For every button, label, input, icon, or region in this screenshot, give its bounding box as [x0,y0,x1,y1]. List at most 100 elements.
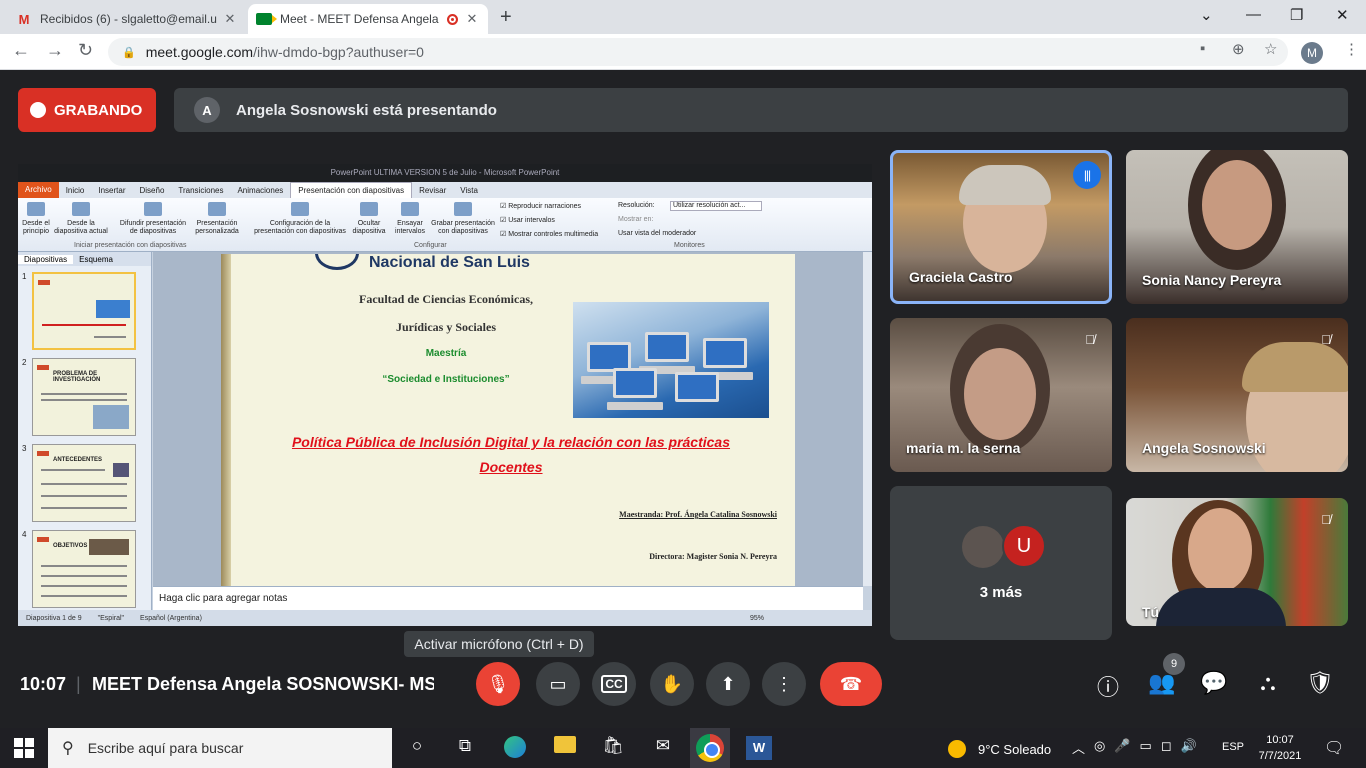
menu-inicio: Inicio [65,185,85,195]
back-arrow-icon[interactable]: ← [12,40,30,61]
url-path: /ihw-dmdo-bgp?authuser=0 [253,44,424,60]
weather-widget[interactable]: 9°C Soleado [948,740,1051,758]
recording-badge[interactable]: GRABANDO [18,88,156,132]
activities-icon[interactable]: ⛬ [1254,670,1282,696]
notifications-icon[interactable]: 🗨 [1324,738,1344,758]
menu-transiciones: Transiciones [178,185,224,195]
leave-call-button[interactable]: ☎ [820,662,882,706]
close-icon[interactable]: ✕ [222,11,238,27]
ribbon-configuracion: Configuración de la presentación con dia… [250,202,350,236]
ribbon-ocultar: Ocultar diapositiva [350,202,388,236]
notes-pane: Haga clic para agregar notas [153,586,863,610]
slide-thumbnail: PROBLEMA DE INVESTIGACIÓN [32,358,136,436]
search-placeholder: Escribe aquí para buscar [87,740,244,756]
ribbon-desde-actual: Desde la diapositiva actual [54,202,108,236]
tab-meet[interactable]: Meet - MEET Defensa Angela ✕ [248,4,488,34]
close-window-button[interactable]: ✕ [1336,6,1349,24]
tab-gmail[interactable]: M Recibidos (6) - slgaletto@email.u ✕ [8,4,246,34]
minimize-button[interactable]: — [1246,6,1261,23]
closed-captions-icon: CC [601,675,627,693]
meeting-info-icon[interactable]: ⓘ [1094,670,1122,702]
raise-hand-button[interactable]: ✋ [650,662,694,706]
more-options-button[interactable]: ⋮ [762,662,806,706]
participant-tile-maria[interactable]: 🎙̸ maria m. la serna [890,318,1112,472]
cortana-icon[interactable]: ○ [404,736,430,760]
tab-search-icon[interactable]: ⌄ [1200,6,1213,24]
windows-start-icon[interactable] [14,738,34,758]
menu-animaciones: Animaciones [237,185,284,195]
people-count-badge: 9 [1163,653,1185,675]
host-controls-icon[interactable]: 🛡 [1306,670,1334,696]
search-icon: ⚲ [62,740,74,757]
slide-faculty-1: Facultad de Ciencias Económicas, [359,292,533,306]
new-tab-button[interactable]: + [500,6,512,29]
gmail-icon: M [18,11,30,27]
windows-taskbar: ⚲ Escribe aquí para buscar ○ ⧉ 🛍 ✉ W 9°C… [0,728,1366,768]
ribbon-grabar: Grabar presentación con diapositivas [428,202,498,236]
menu-archivo: Archivo [18,182,59,198]
file-explorer-icon[interactable] [552,736,578,760]
microphone-button[interactable]: 🎙 [476,662,520,706]
word-icon[interactable]: W [746,736,772,760]
ribbon-check-narraciones: Reproducir narraciones [500,202,581,210]
chevron-up-icon[interactable]: ︿ [1072,738,1085,757]
slide-program-name: “Sociedad e Instituciones” [382,374,510,385]
self-view-tile[interactable]: 🎙̸ Tú [1126,498,1348,626]
menu-icon[interactable]: ⋮ [1344,40,1359,58]
webcam-icon[interactable]: ◎ [1094,738,1105,757]
more-participants-tile[interactable]: U 3 más [890,486,1112,640]
lock-icon: 🔒 [122,46,136,59]
zoom-icon[interactable]: ⊕ [1232,40,1245,58]
chat-icon[interactable]: 💬 [1200,670,1228,696]
chrome-icon[interactable] [696,734,724,762]
powerpoint-ribbon: Desde el principio Desde la diapositiva … [18,198,872,252]
speaking-indicator-icon: ||| [1073,161,1101,189]
captions-button[interactable]: CC [592,662,636,706]
presenting-banner: A Angela Sosnowski está presentando [174,88,1348,132]
reload-icon[interactable]: ↻ [78,40,93,61]
slide-scrollbar [863,252,872,586]
address-bar[interactable]: 🔒 meet.google.com/ihw-dmdo-bgp?authuser=… [108,38,1288,66]
ribbon-personalizada: Presentación personalizada [190,202,244,236]
network-icon[interactable]: ◻ [1161,738,1172,757]
browser-tab-strip: M Recibidos (6) - slgaletto@email.u ✕ Me… [0,0,1366,34]
present-screen-icon: ⬆ [720,673,736,694]
camera-button[interactable]: ▭ [536,662,580,706]
ribbon-desde-principio: Desde el principio [20,202,52,236]
microphone-icon[interactable]: 🎤 [1114,738,1130,757]
more-participants-label: 3 más [979,584,1023,601]
volume-icon[interactable]: 🔊 [1181,738,1197,757]
system-clock[interactable]: 10:07 7/7/2021 [1254,732,1306,764]
recording-label: GRABANDO [54,101,143,119]
mail-icon[interactable]: ✉ [650,736,676,760]
store-icon[interactable]: 🛍 [600,736,626,760]
forward-arrow-icon[interactable]: → [46,40,64,61]
camera-icon[interactable]: ▪ [1200,40,1205,57]
maximize-button[interactable]: ❐ [1290,6,1303,24]
participant-tile-angela[interactable]: 🎙̸ Angela Sosnowski [1126,318,1348,472]
slide-thumbnail [32,272,136,350]
participant-tile-sonia[interactable]: Sonia Nancy Pereyra [1126,150,1348,304]
url-domain: meet.google.com [145,44,254,60]
participant-avatar: U [1002,524,1046,568]
bookmark-star-icon[interactable]: ☆ [1264,40,1277,58]
presenting-text: Angela Sosnowski está presentando [236,101,497,119]
ribbon-moderador: Usar vista del moderador [618,230,697,237]
separator: | [76,674,81,694]
thumbnail-number: 3 [22,444,27,453]
thumbnail-number: 2 [22,358,27,367]
battery-icon[interactable]: ▭ [1140,738,1152,757]
ribbon-difundir: Difundir presentación de diapositivas [116,202,190,236]
profile-avatar[interactable]: M [1301,42,1323,64]
edge-browser-icon[interactable] [502,736,528,760]
status-zoom: 95% [749,614,764,622]
present-screen-button[interactable]: ⬆ [706,662,750,706]
participant-tile-graciela[interactable]: ||| Graciela Castro [890,150,1112,304]
muted-mic-icon: 🎙̸ [1321,512,1331,527]
taskbar-search[interactable]: ⚲ Escribe aquí para buscar [48,728,392,768]
close-icon[interactable]: ✕ [464,11,480,27]
muted-mic-icon: 🎙̸ [1085,332,1095,347]
language-indicator[interactable]: ESP [1222,741,1244,753]
task-view-icon[interactable]: ⧉ [452,736,478,760]
participant-name: Angela Sosnowski [1142,440,1266,456]
